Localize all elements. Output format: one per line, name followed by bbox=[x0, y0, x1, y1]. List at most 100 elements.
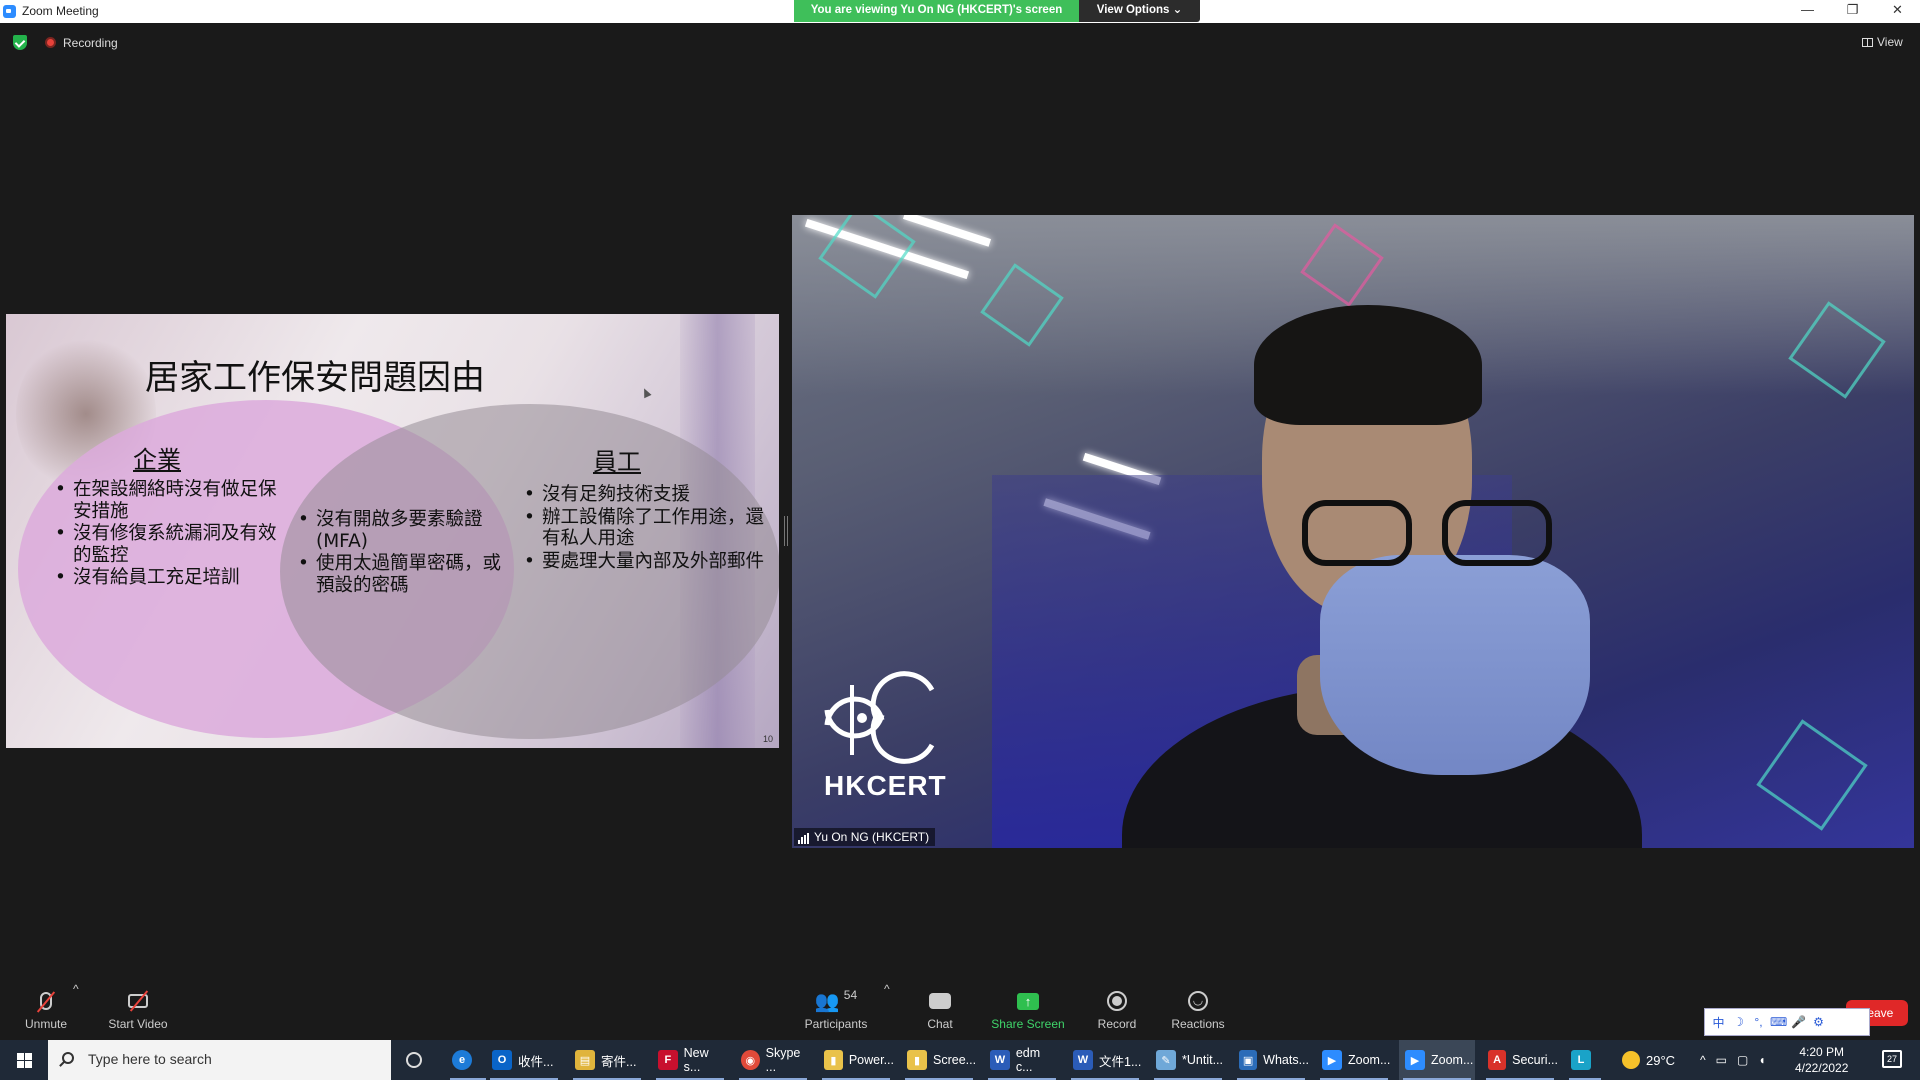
start-button[interactable] bbox=[0, 1040, 48, 1080]
zoom-icon: ▶ bbox=[1322, 1050, 1342, 1070]
reactions-button[interactable]: ◡ Reactions bbox=[1166, 982, 1230, 1031]
chat-button[interactable]: Chat bbox=[918, 982, 962, 1031]
clock-time: 4:20 PM bbox=[1799, 1045, 1845, 1059]
participant-glasses bbox=[1302, 500, 1572, 570]
participant-hair bbox=[1254, 305, 1482, 425]
temperature-label: 29°C bbox=[1646, 1052, 1676, 1068]
panel-resize-handle[interactable] bbox=[784, 516, 788, 546]
ime-toolbar[interactable]: 中 ☽ °, ⌨ 🎤 ⚙ bbox=[1704, 1008, 1870, 1036]
ime-punctuation-icon[interactable]: °, bbox=[1750, 1015, 1767, 1029]
taskbar-app-9[interactable]: ▣ Whats... bbox=[1233, 1040, 1309, 1080]
taskbar-app-label: Zoom... bbox=[1431, 1053, 1474, 1067]
taskbar-app-7[interactable]: W 文件1... bbox=[1067, 1040, 1143, 1080]
share-screen-label: Share Screen bbox=[991, 1017, 1065, 1031]
unmute-label: Unmute bbox=[24, 1017, 68, 1031]
taskbar-app-0[interactable]: O 收件... bbox=[486, 1040, 562, 1080]
taskbar-clock[interactable]: 4:20 PM 4/22/2022 bbox=[1795, 1044, 1848, 1076]
taskbar-app-3[interactable]: ◉ Skype ... bbox=[735, 1040, 811, 1080]
close-button[interactable]: ✕ bbox=[1875, 0, 1920, 22]
image-viewer-icon: ▣ bbox=[1239, 1050, 1258, 1070]
participant-name-tag: Yu On NG (HKCERT) bbox=[794, 828, 936, 846]
search-placeholder: Type here to search bbox=[88, 1051, 212, 1067]
zoom-app-icon bbox=[3, 5, 16, 18]
taskbar-app-label: 文件1... bbox=[1099, 1054, 1142, 1069]
notification-center-icon[interactable]: 27 bbox=[1882, 1050, 1902, 1068]
taskbar-app-1[interactable]: ▤ 寄件... bbox=[569, 1040, 645, 1080]
cortana-icon[interactable] bbox=[406, 1052, 422, 1068]
taskbar-app-4[interactable]: ▮ Power... bbox=[818, 1040, 894, 1080]
notepad-icon: ✎ bbox=[1156, 1050, 1176, 1070]
chrome-icon: ◉ bbox=[741, 1050, 760, 1070]
view-button[interactable]: View bbox=[1862, 35, 1903, 49]
taskbar-app-label: 收件... bbox=[518, 1054, 554, 1069]
ime-mode-icon[interactable]: 中 bbox=[1710, 1014, 1727, 1031]
taskbar-app-l[interactable]: L bbox=[1565, 1040, 1605, 1080]
record-button[interactable]: Record bbox=[1092, 982, 1142, 1031]
taskbar-app-label: Zoom... bbox=[1348, 1053, 1391, 1067]
participants-button[interactable]: 👥 54 Participants bbox=[796, 982, 876, 1031]
taskbar-app-label: Scree... bbox=[933, 1053, 977, 1067]
reactions-smiley-icon: ◡ bbox=[1188, 991, 1208, 1011]
ime-settings-icon[interactable]: ⚙ bbox=[1810, 1015, 1827, 1029]
share-screen-button[interactable]: ↑ Share Screen bbox=[988, 982, 1068, 1031]
list-item: 沒有修復系統漏洞及有效的監控 bbox=[53, 523, 281, 566]
ime-halfwidth-icon[interactable]: ☽ bbox=[1730, 1015, 1747, 1029]
venn-left-title: 企業 bbox=[133, 446, 181, 474]
ime-voice-icon[interactable]: 🎤 bbox=[1790, 1015, 1807, 1029]
participants-icon: 👥 bbox=[814, 990, 840, 1013]
taskbar-search-box[interactable]: Type here to search bbox=[48, 1040, 391, 1080]
taskbar-app-label: Power... bbox=[848, 1053, 894, 1067]
window-title: Zoom Meeting bbox=[22, 4, 99, 18]
search-icon bbox=[62, 1052, 74, 1064]
shared-slide: 居家工作保安問題因由 企業 員工 在架設網絡時沒有做足保安措施 沒有修復系統漏洞… bbox=[6, 314, 779, 748]
record-label: Record bbox=[1097, 1017, 1137, 1031]
recording-dot-icon bbox=[45, 37, 56, 48]
participants-label: Participants bbox=[804, 1017, 868, 1031]
viewing-screen-banner: You are viewing Yu On NG (HKCERT)'s scre… bbox=[794, 0, 1079, 22]
tray-overflow-chevron-icon[interactable]: ^ bbox=[1700, 1053, 1706, 1067]
file-explorer-icon: ▤ bbox=[575, 1050, 595, 1070]
taskbar-app-11[interactable]: ▶ Zoom... bbox=[1399, 1040, 1475, 1080]
unmute-button[interactable]: Unmute bbox=[18, 982, 74, 1031]
audio-options-chevron-icon[interactable]: ^ bbox=[73, 982, 79, 996]
taskbar-edge[interactable]: e bbox=[446, 1040, 490, 1080]
taskbar-app-label: Securi... bbox=[1512, 1053, 1558, 1067]
taskbar-app-label: 寄件... bbox=[601, 1054, 637, 1069]
venn-middle-list: 沒有開啟多要素驗證(MFA) 使用太過簡單密碼，或預設的密碼 bbox=[296, 509, 506, 597]
chat-label: Chat bbox=[927, 1017, 953, 1031]
zoom-icon: ▶ bbox=[1405, 1050, 1425, 1070]
participant-video-tile[interactable]: HKCERT Yu On NG (HKCERT) bbox=[792, 215, 1914, 848]
window-controls: — ❐ ✕ bbox=[1785, 0, 1920, 22]
weather-widget[interactable]: 29°C bbox=[1622, 1040, 1675, 1080]
taskbar-app-8[interactable]: ✎ *Untit... bbox=[1150, 1040, 1226, 1080]
taskbar-app-5[interactable]: ▮ Scree... bbox=[901, 1040, 977, 1080]
taskbar-app-label: Whats... bbox=[1263, 1053, 1309, 1067]
list-item: 沒有足夠技術支援 bbox=[522, 484, 772, 506]
hkcert-logo-icon bbox=[822, 670, 937, 765]
list-item: 沒有開啟多要素驗證(MFA) bbox=[296, 509, 506, 552]
list-item: 使用太過簡單密碼，或預設的密碼 bbox=[296, 553, 506, 596]
weather-sun-icon bbox=[1622, 1051, 1640, 1069]
recording-label[interactable]: Recording bbox=[63, 36, 118, 50]
slide-page-number: 10 bbox=[762, 734, 773, 744]
connection-signal-icon bbox=[798, 833, 809, 844]
taskbar-app-10[interactable]: ▶ Zoom... bbox=[1316, 1040, 1392, 1080]
network-icon[interactable]: ▢ bbox=[1737, 1053, 1748, 1067]
view-label: View bbox=[1877, 35, 1903, 49]
minimize-button[interactable]: — bbox=[1785, 0, 1830, 22]
ime-keyboard-icon[interactable]: ⌨ bbox=[1770, 1015, 1787, 1029]
window-titlebar: Zoom Meeting You are viewing Yu On NG (H… bbox=[0, 0, 1920, 23]
volume-icon[interactable]: ◖ bbox=[1758, 1053, 1765, 1067]
reactions-label: Reactions bbox=[1171, 1017, 1225, 1031]
battery-icon[interactable]: ▭ bbox=[1716, 1053, 1727, 1067]
encryption-shield-icon[interactable] bbox=[13, 35, 27, 50]
chat-bubble-icon bbox=[929, 993, 951, 1009]
taskbar-app-6[interactable]: W edm c... bbox=[984, 1040, 1060, 1080]
taskbar-app-12[interactable]: A Securi... bbox=[1482, 1040, 1558, 1080]
view-options-button[interactable]: View Options ⌄ bbox=[1079, 0, 1200, 22]
participants-options-chevron-icon[interactable]: ^ bbox=[884, 982, 890, 996]
restore-button[interactable]: ❐ bbox=[1830, 0, 1875, 22]
taskbar-app-2[interactable]: F New s... bbox=[652, 1040, 728, 1080]
start-video-button[interactable]: Start Video bbox=[100, 982, 176, 1031]
taskbar-app-label: edm c... bbox=[1015, 1046, 1041, 1074]
